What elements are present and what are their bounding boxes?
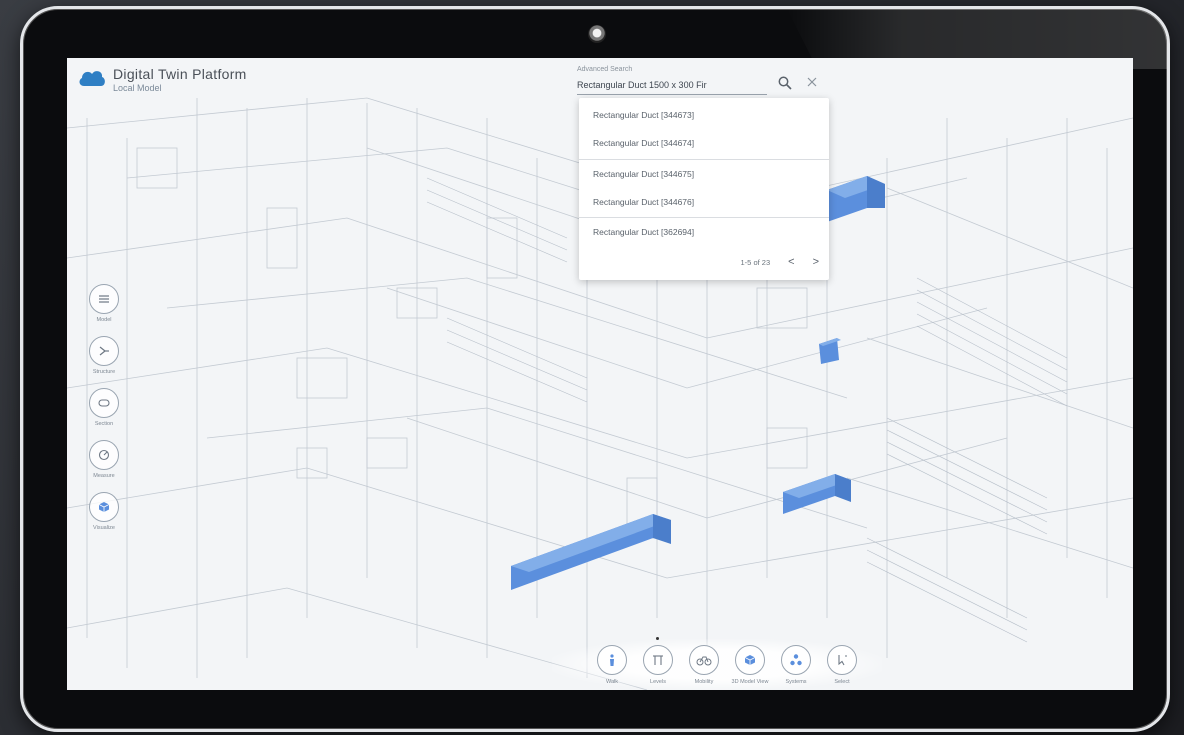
app-title: Digital Twin Platform [113,66,247,82]
result-item-2[interactable]: Rectangular Duct [344674] [579,129,829,157]
search-results-dropdown: Rectangular Duct [344673] Rectangular Du… [579,98,829,280]
list-icon [99,295,109,303]
camera-icon [588,25,606,43]
systems-label: Systems [785,679,807,685]
tool-section-button[interactable]: Section [81,388,127,444]
tool-label: Section [94,421,114,427]
tablet-frame: Digital Twin Platform Local Model Advanc… [20,6,1170,732]
mobility-button[interactable]: Mobility [684,643,724,690]
pagination: 1-5 of 23 < > [741,254,819,270]
select-label: Select [834,679,850,685]
pagination-range: 1-5 of 23 [740,257,771,267]
measure-icon [98,449,110,461]
prev-page-button[interactable]: < [788,256,794,268]
levels-label: Levels [650,679,666,685]
tool-measure-button[interactable]: Measure [81,440,127,496]
pointer-icon [838,655,847,666]
search-label: Advanced Search [577,66,633,73]
result-item-5[interactable]: Rectangular Duct [362694] [579,218,829,246]
tool-label: Model [96,317,112,323]
person-icon [610,654,614,666]
result-item-3[interactable]: Rectangular Duct [344675] [579,160,829,188]
walk-label: Walk [605,679,619,685]
search-icon[interactable] [777,75,793,91]
app-subtitle: Local Model [113,83,162,93]
close-icon[interactable] [805,75,819,89]
levels-icon [653,655,663,665]
tool-model-button[interactable]: Model [81,284,127,340]
tool-label: Visualize [93,525,115,531]
systems-button[interactable]: Systems [776,643,816,690]
levels-button[interactable]: Levels [638,637,678,690]
tree-icon [99,346,109,356]
tool-visualize-button[interactable]: Visualize [81,492,127,548]
cube-filled-icon [744,655,756,665]
tool-label: Measure [93,473,115,479]
search-bar: Advanced Search [577,66,822,96]
search-input[interactable] [577,75,767,95]
mobility-label: Mobility [694,679,714,685]
tool-label: Structure [92,369,116,375]
3d-model-view-label: 3D Model View [731,679,769,685]
bike-icon [696,656,712,666]
result-item-1[interactable]: Rectangular Duct [344673] [579,101,829,129]
next-page-button[interactable]: > [813,256,819,268]
network-icon [790,654,802,666]
cube-icon [98,502,110,512]
section-icon [98,399,110,407]
select-button[interactable]: Select [822,643,862,690]
app-screen: Digital Twin Platform Local Model Advanc… [67,58,1133,690]
walk-button[interactable]: Walk [592,643,632,690]
3d-model-view-button[interactable]: 3D Model View [730,643,770,690]
tool-structure-button[interactable]: Structure [81,336,127,392]
bottom-toolbar: Walk Levels Mobility 3D Model View Syste… [552,637,882,690]
cloud-logo-icon [79,71,105,86]
result-item-4[interactable]: Rectangular Duct [344676] [579,188,829,216]
